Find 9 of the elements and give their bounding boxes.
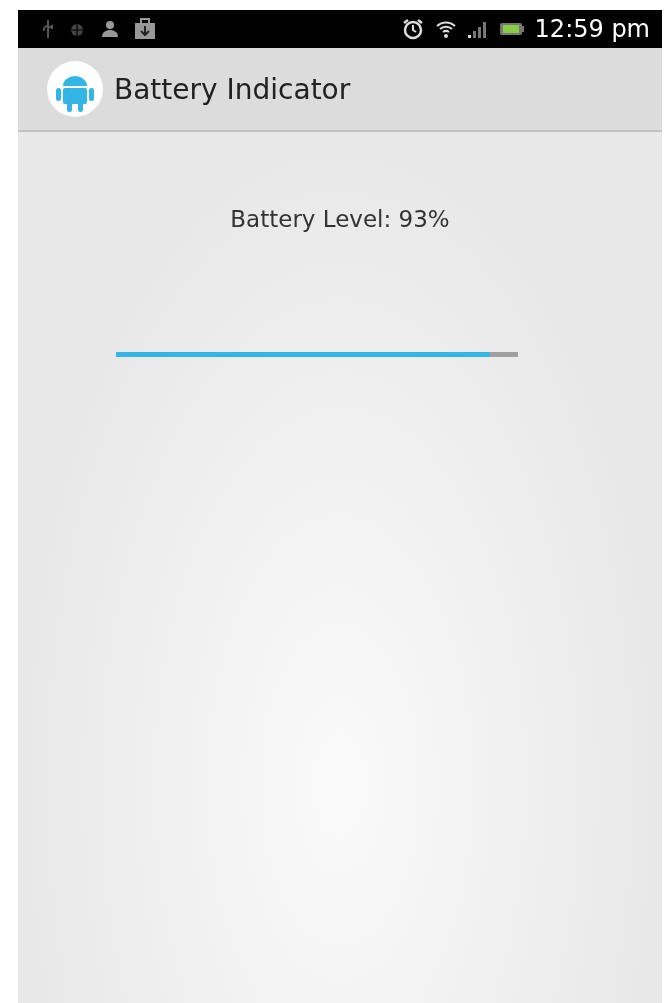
app-title: Battery Indicator: [114, 72, 351, 106]
wifi-icon: [434, 18, 457, 40]
battery-level-label: Battery Level: 93%: [230, 206, 450, 232]
person-icon: [100, 19, 120, 39]
usb-icon: [42, 19, 54, 39]
battery-icon: [498, 20, 525, 38]
status-time: 12:59 pm: [534, 15, 650, 43]
android-robot-icon: [46, 60, 104, 118]
download-icon: [134, 18, 156, 40]
